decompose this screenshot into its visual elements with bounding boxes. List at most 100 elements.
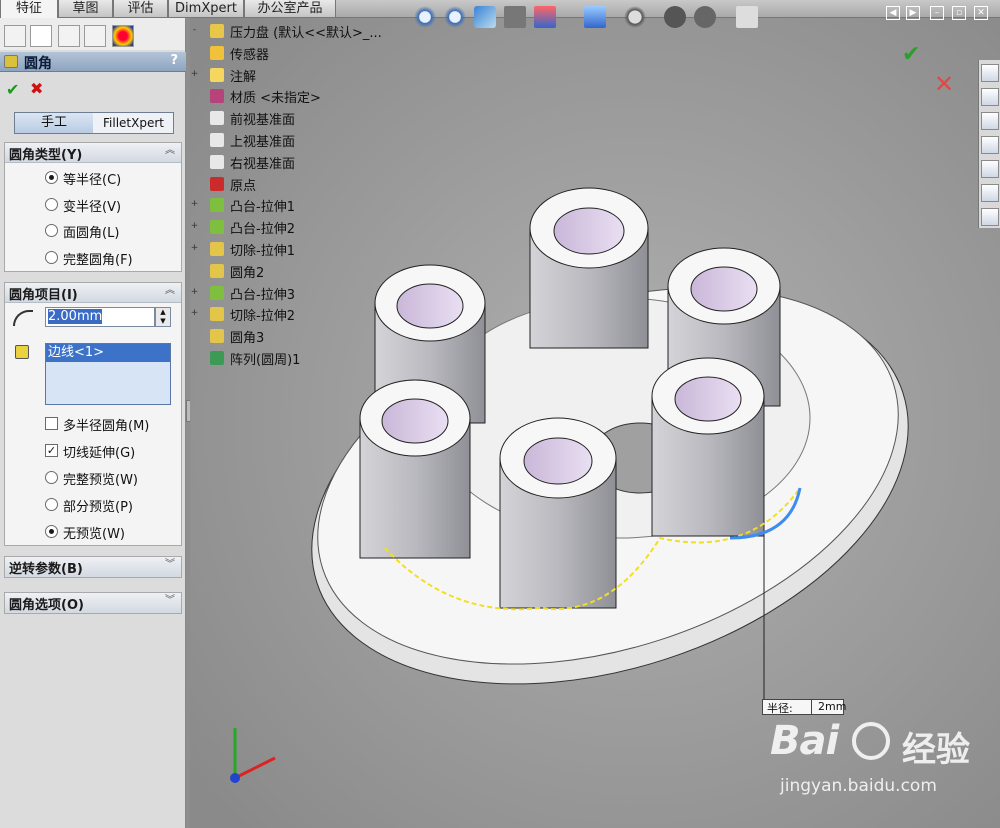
watermark-brand2: 经验 <box>902 730 970 770</box>
setback-group[interactable]: 逆转参数(B) ︾ <box>4 556 182 578</box>
section-view-icon[interactable] <box>504 6 526 28</box>
help-button[interactable]: ? <box>170 53 178 68</box>
radius-icon <box>13 310 33 326</box>
file-explorer-icon[interactable] <box>981 136 999 154</box>
collapse-icon[interactable]: ︽ <box>163 284 177 298</box>
hide-show-icon[interactable] <box>624 6 646 28</box>
radius-input[interactable]: 2.00mm <box>45 307 155 327</box>
resources-icon[interactable] <box>981 64 999 82</box>
tab-sketch[interactable]: 草图 <box>58 0 113 18</box>
tab-manual[interactable]: 手工 <box>15 113 93 133</box>
radius-callout[interactable]: 半径: 2mm <box>762 699 846 715</box>
confirm-check-icon[interactable]: ✔ <box>902 42 920 67</box>
feature-icon <box>210 263 224 278</box>
expand-toggle-icon[interactable]: + <box>190 287 199 297</box>
configuration-manager-icon[interactable] <box>58 25 80 47</box>
feature-icon <box>210 220 224 235</box>
tree-node-label: 切除-拉伸1 <box>230 244 295 259</box>
feature-icon <box>210 24 224 38</box>
feature-icon <box>210 89 224 104</box>
view-orientation-icon[interactable] <box>534 6 556 28</box>
prev-doc-icon[interactable]: ◀ <box>886 6 900 20</box>
feature-icon <box>210 285 224 300</box>
expand-toggle-icon[interactable]: + <box>190 222 199 231</box>
property-manager: 圆角 ? ✔ ✖ 手工 FilletXpert 圆角类型(Y) ︽ 等半径(C)… <box>0 18 192 828</box>
tab-filletxpert[interactable]: FilletXpert <box>94 113 173 133</box>
expand-toggle-icon[interactable]: + <box>190 244 199 253</box>
fillet-type-group: 圆角类型(Y) ︽ 等半径(C) 变半径(V) 面圆角(L) 完整圆角(F) <box>4 142 182 272</box>
restore-icon[interactable]: ▫ <box>952 6 966 20</box>
expand-toggle-icon[interactable] <box>190 157 199 166</box>
feature-icon <box>210 133 224 147</box>
tree-node-label: 右视基准面 <box>230 156 296 172</box>
panel-title: 圆角 <box>24 56 52 72</box>
appearance-icon[interactable] <box>664 6 686 28</box>
tree-node-label: 前视基准面 <box>230 113 296 129</box>
cancel-x-icon[interactable]: ✖ <box>30 79 43 98</box>
expand-toggle-icon[interactable] <box>190 353 199 362</box>
fillet-options-group[interactable]: 圆角选项(O) ︾ <box>4 592 182 614</box>
expand-toggle-icon[interactable] <box>190 179 199 188</box>
paw-icon <box>852 722 890 760</box>
tab-office-products[interactable]: 办公室产品 <box>244 0 336 18</box>
fillet-items-header[interactable]: 圆角项目(I) ︽ <box>5 283 181 303</box>
tree-node-label: 圆角2 <box>230 265 265 281</box>
edge-selection-icon <box>15 345 29 359</box>
task-pane <box>978 60 1000 228</box>
tree-node-label: 阵列(圆周)1 <box>230 353 301 368</box>
expand-icon[interactable]: ︾ <box>163 594 177 608</box>
expand-toggle-icon[interactable] <box>190 135 199 144</box>
fillet-icon <box>4 55 18 68</box>
ok-check-icon[interactable]: ✔ <box>6 80 19 99</box>
fillet-items-group: 圆角项目(I) ︽ 2.00mm ▲ ▼ 边线<1> 多半径圆角(M) ✓ 切线延伸… <box>4 282 182 546</box>
radius-spinner[interactable]: ▲ ▼ <box>155 307 171 327</box>
tree-node-label: 上视基准面 <box>230 135 296 150</box>
feature-icon <box>210 351 224 365</box>
custom-properties-icon[interactable] <box>981 208 999 226</box>
list-item[interactable]: 边线<1> <box>46 344 170 362</box>
feature-icon <box>210 45 224 60</box>
expand-toggle-icon[interactable] <box>190 113 199 122</box>
expand-toggle-icon[interactable] <box>190 331 199 340</box>
dimxpert-manager-icon[interactable] <box>84 25 106 47</box>
tab-features[interactable]: 特征 <box>0 0 58 19</box>
expand-toggle-icon[interactable]: + <box>190 69 199 79</box>
design-library-icon[interactable] <box>981 112 999 130</box>
next-doc-icon[interactable]: ▶ <box>906 6 920 20</box>
home-icon[interactable] <box>981 88 999 106</box>
feature-manager-icon[interactable] <box>4 25 26 47</box>
close-icon[interactable]: ✕ <box>974 6 988 20</box>
fillet-type-header[interactable]: 圆角类型(Y) ︽ <box>5 143 181 163</box>
scene-icon[interactable] <box>694 6 716 28</box>
view-palette-icon[interactable] <box>981 160 999 178</box>
expand-toggle-icon[interactable]: + <box>190 200 199 209</box>
zoom-to-area-icon[interactable] <box>444 6 466 28</box>
confirm-cancel-icon[interactable]: ✕ <box>934 70 954 98</box>
tree-node-label: 原点 <box>230 178 257 194</box>
expand-toggle-icon[interactable]: + <box>190 309 199 318</box>
feature-icon <box>210 154 224 169</box>
tab-evaluate[interactable]: 评估 <box>113 0 168 18</box>
tab-dimxpert[interactable]: DimXpert <box>168 0 244 18</box>
view-settings-icon[interactable] <box>736 6 758 28</box>
expand-icon[interactable]: ︾ <box>163 558 177 572</box>
expand-toggle-icon[interactable] <box>190 266 199 275</box>
callout-value[interactable]: 2mm <box>811 700 846 714</box>
display-style-icon[interactable] <box>584 6 606 28</box>
tree-node-label: 圆角3 <box>230 331 265 347</box>
appearances-icon[interactable] <box>981 184 999 202</box>
watermark: Bai 经验 jingyan.baidu.com <box>770 718 990 808</box>
property-manager-icon[interactable] <box>30 25 52 47</box>
expand-toggle-icon[interactable] <box>190 91 199 100</box>
previous-view-icon[interactable] <box>474 6 496 28</box>
expand-toggle-icon[interactable]: - <box>190 26 199 35</box>
fillet-type-title: 圆角类型(Y) <box>9 148 83 163</box>
display-manager-icon[interactable] <box>112 25 134 47</box>
zoom-to-fit-icon[interactable] <box>414 6 436 28</box>
collapse-icon[interactable]: ︽ <box>163 144 177 158</box>
feature-icon <box>210 242 224 256</box>
edge-list[interactable]: 边线<1> <box>45 343 171 405</box>
minimize-icon[interactable]: – <box>930 6 944 20</box>
watermark-brand: Bai <box>770 718 839 764</box>
expand-toggle-icon[interactable] <box>190 48 199 57</box>
